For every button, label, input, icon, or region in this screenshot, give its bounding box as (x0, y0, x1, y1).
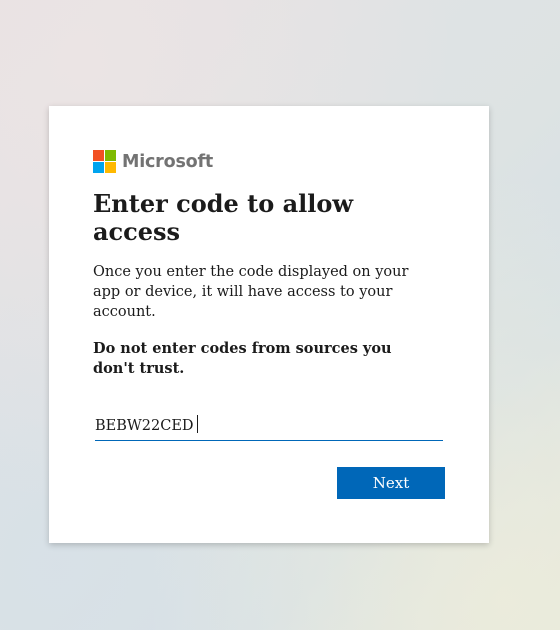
microsoft-logo: Microsoft (93, 150, 213, 173)
page-title: Enter code to allow access (93, 189, 354, 246)
description-text: Once you enter the code displayed on you… (93, 264, 409, 320)
sign-in-card: Microsoft Enter code to allow access Onc… (49, 106, 489, 543)
code-input[interactable] (95, 411, 443, 441)
logo-blue-square (93, 162, 104, 173)
logo-text: Microsoft (122, 151, 214, 172)
warning-text: Do not enter codes from sources you don'… (93, 340, 392, 377)
logo-red-square (93, 150, 104, 161)
logo-green-square (105, 150, 116, 161)
text-cursor (197, 415, 198, 433)
logo-yellow-square (105, 162, 116, 173)
microsoft-logo-icon (93, 150, 116, 173)
next-button[interactable]: Next (337, 467, 445, 499)
